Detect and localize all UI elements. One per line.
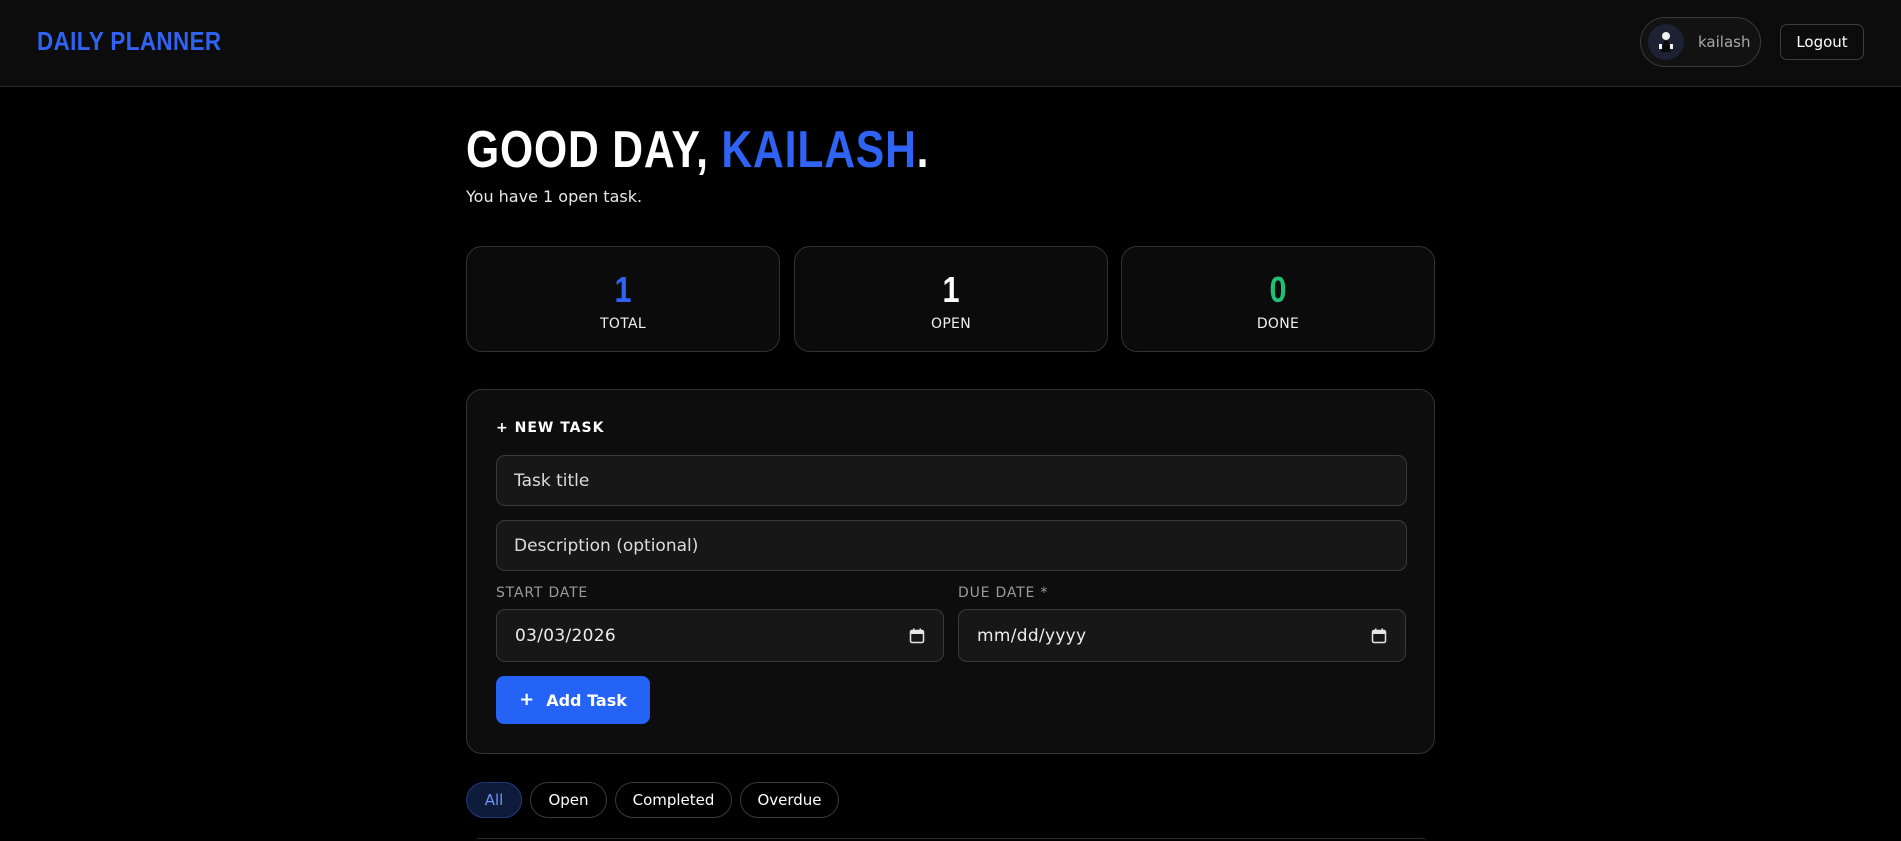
due-date-input[interactable]: mm/dd/yyyy <box>958 609 1406 662</box>
filter-open[interactable]: Open <box>530 782 607 818</box>
user-chip[interactable]: kailash <box>1640 17 1761 67</box>
stat-done-label: DONE <box>1256 316 1300 332</box>
stat-open-value: 1 <box>942 269 960 310</box>
stat-card-done: 0 DONE <box>1121 246 1435 352</box>
calendar-icon[interactable] <box>1371 628 1387 644</box>
filter-all[interactable]: All <box>466 782 522 818</box>
due-date-value: mm/dd/yyyy <box>977 625 1087 646</box>
start-date-input[interactable]: 03/03/2026 <box>496 609 944 662</box>
task-description-input[interactable] <box>496 520 1407 571</box>
greeting-name: KAILASH <box>721 121 917 179</box>
due-date-label: DUE DATE * <box>958 585 1049 601</box>
stat-total-value: 1 <box>614 269 632 310</box>
add-task-label: Add Task <box>546 690 627 710</box>
logout-button[interactable]: Logout <box>1780 24 1864 60</box>
add-task-button[interactable]: + Add Task <box>496 676 650 724</box>
user-name: kailash <box>1698 33 1751 51</box>
stat-total-label: TOTAL <box>600 316 646 332</box>
start-date-value: 03/03/2026 <box>515 625 616 646</box>
filter-completed[interactable]: Completed <box>615 782 732 818</box>
open-task-summary: You have 1 open task. <box>466 187 643 206</box>
greeting-prefix: GOOD DAY, <box>466 121 722 179</box>
task-title-input[interactable] <box>496 455 1407 506</box>
calendar-icon[interactable] <box>909 628 925 644</box>
new-task-panel: + NEW TASK START DATE DUE DATE * 03/03/2… <box>466 389 1435 754</box>
stat-open-label: OPEN <box>931 316 971 332</box>
plus-icon: + <box>519 689 535 710</box>
stat-card-open: 1 OPEN <box>794 246 1108 352</box>
start-date-label: START DATE <box>496 585 589 601</box>
filter-overdue[interactable]: Overdue <box>740 782 839 818</box>
app-brand[interactable]: DAILY PLANNER <box>37 24 222 58</box>
stat-done-value: 0 <box>1269 269 1287 310</box>
top-bar: DAILY PLANNER kailash Logout <box>0 0 1901 87</box>
greeting-suffix: . <box>916 121 930 179</box>
stat-card-total: 1 TOTAL <box>466 246 780 352</box>
new-task-heading: + NEW TASK <box>496 420 605 436</box>
avatar-icon <box>1648 24 1684 60</box>
greeting-heading: GOOD DAY, KAILASH. <box>466 120 929 180</box>
